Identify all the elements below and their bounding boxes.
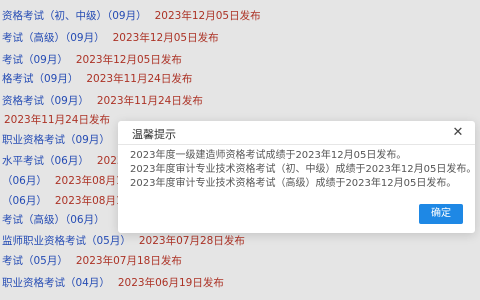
confirm-button[interactable]: 确定: [419, 204, 463, 224]
dialog-title: 温馨提示: [132, 128, 176, 141]
dialog-message: 2023年度审计专业技术资格考试（初、中级）成绩于2023年12月05日发布。: [130, 164, 477, 175]
notice-dialog: 温馨提示 ✕ 2023年度一级建造师资格考试成绩于2023年12月05日发布。 …: [118, 121, 477, 233]
close-icon[interactable]: ✕: [449, 124, 467, 142]
dialog-header: 温馨提示 ✕: [118, 121, 475, 145]
dialog-message: 2023年度审计专业技术资格考试（高级）成绩于2023年12月05日发布。: [130, 178, 457, 189]
dialog-message: 2023年度一级建造师资格考试成绩于2023年12月05日发布。: [130, 150, 407, 161]
dialog-body: 2023年度一级建造师资格考试成绩于2023年12月05日发布。 2023年度审…: [130, 149, 477, 191]
